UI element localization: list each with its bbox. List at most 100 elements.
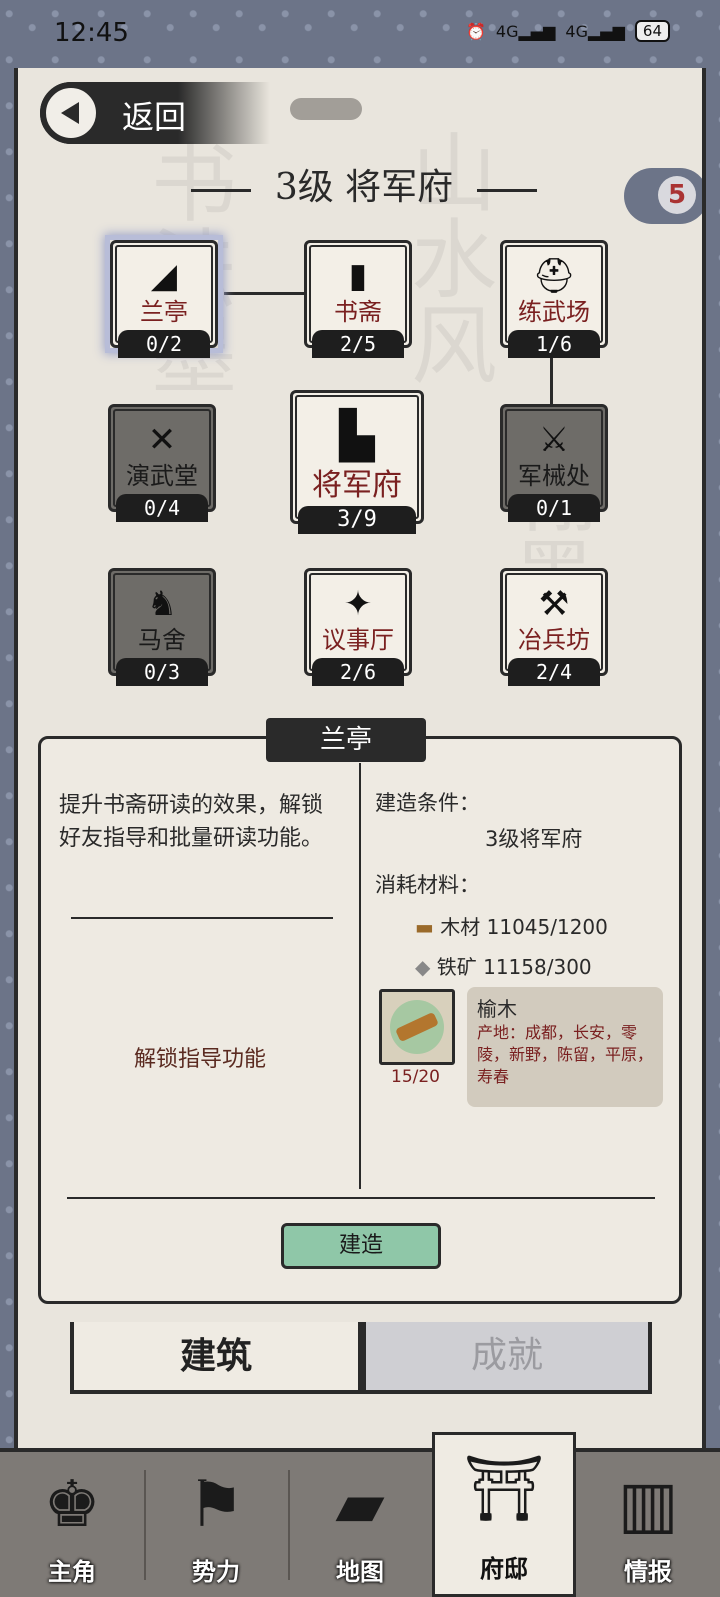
building-level: 0/2: [118, 330, 210, 358]
build-button[interactable]: 建造: [281, 1223, 441, 1269]
building-name: 兰亭: [140, 298, 188, 326]
horse-icon: ♞: [146, 584, 178, 624]
building-shuzhai[interactable]: ▮ 书斋 2/5: [304, 240, 412, 358]
build-condition: 3级将军府: [485, 827, 583, 851]
connector-line: [550, 352, 553, 404]
building-name: 演武堂: [126, 462, 198, 490]
official-icon: ✦: [343, 584, 373, 624]
building-mashe[interactable]: ♞ 马舍 0/3: [108, 568, 216, 686]
building-name: 议事厅: [322, 626, 394, 654]
material-row: ▬ 木材 11045/1200: [415, 911, 608, 940]
material-row: ◆ 铁矿 11158/300: [415, 951, 592, 980]
bottom-navigation: ♚ 主角 ⚑ 势力 ▰ 地图 ⛩ 府邸 ▥ 情报: [0, 1432, 720, 1597]
materials-label: 消耗材料：: [375, 873, 480, 897]
building-level: 0/3: [116, 658, 208, 686]
item-slot[interactable]: [379, 989, 455, 1065]
building-level: 2/4: [508, 658, 600, 686]
signal-icon-2: 4G▂▄▆: [565, 21, 625, 41]
building-level: 2/6: [312, 658, 404, 686]
scroll-icon: ▥: [617, 1468, 679, 1542]
building-level: 0/4: [116, 494, 208, 522]
hero-icon: ♚: [43, 1468, 101, 1542]
category-tabs: 建筑 成就: [38, 1322, 690, 1394]
map-icon: ▰: [335, 1468, 385, 1542]
build-condition-label: 建造条件：: [375, 791, 480, 815]
building-yanwutang[interactable]: ✕ 演武堂 0/4: [108, 404, 216, 522]
alarm-icon: ⏰: [465, 21, 486, 41]
unlock-feature: 解锁指导功能: [133, 1047, 266, 1072]
divider: [359, 763, 361, 1189]
panel-title: 兰亭: [266, 718, 426, 762]
notification-cloud[interactable]: 5: [624, 168, 702, 224]
status-icons: ⏰ 4G▂▄▆ 4G▂▄▆ 64: [466, 20, 670, 42]
material-name: 木材: [440, 915, 481, 939]
nav-map[interactable]: ▰ 地图: [288, 1452, 432, 1597]
crossed-spears-icon: ✕: [147, 420, 177, 460]
material-name: 铁矿: [436, 955, 477, 979]
tab-achievements[interactable]: 成就: [362, 1322, 652, 1394]
building-lanting[interactable]: ◢ 兰亭 0/2: [110, 240, 218, 358]
building-name: 马舍: [138, 626, 186, 654]
building-name: 将军府: [312, 468, 402, 503]
tab-buildings[interactable]: 建筑: [70, 1322, 362, 1394]
back-button[interactable]: 返回: [40, 82, 270, 144]
network-type: 4G: [495, 21, 519, 41]
nav-label: 势力: [192, 1557, 240, 1586]
network-type: 4G: [565, 21, 588, 41]
material-amount: 11045/1200: [486, 915, 608, 939]
origin-label: 产地：: [477, 1023, 526, 1042]
nav-intel[interactable]: ▥ 情报: [576, 1452, 720, 1597]
helmet-icon: ⛑: [532, 256, 576, 296]
item-name: 榆木: [477, 997, 517, 1021]
main-panel: 书法墨 山水风 翰墨 返回 3级 将军府 5 ◢ 兰亭 0/2 ▮ 书斋 2/5…: [14, 68, 706, 1448]
building-level: 1/6: [508, 330, 600, 358]
version-badge: [290, 98, 362, 120]
nav-label: 主角: [48, 1557, 96, 1586]
building-level: 3/9: [298, 506, 416, 534]
back-label: 返回: [122, 98, 187, 136]
building-name: 军械处: [518, 462, 590, 490]
clock: 12:45: [54, 18, 129, 48]
nav-faction[interactable]: ⚑ 势力: [144, 1452, 288, 1597]
nav-mansion[interactable]: ⛩ 府邸: [432, 1432, 576, 1597]
title-text: 3级 将军府: [274, 167, 454, 208]
back-arrow-icon: [40, 82, 102, 144]
building-level: 2/5: [312, 330, 404, 358]
building-jiangjunfu[interactable]: ▙ 将军府 3/9: [290, 390, 424, 534]
battery-icon: 64: [634, 20, 670, 42]
building-name: 冶兵坊: [518, 626, 590, 654]
building-description: 提升书斋研读的效果，解锁好友指导和批量研读功能。: [59, 793, 324, 851]
material-amount: 11158/300: [483, 955, 592, 979]
nav-label: 府邸: [480, 1554, 528, 1583]
book-icon: ▮: [348, 256, 368, 296]
building-name: 书斋: [334, 298, 382, 326]
item-origins: 产地：成都，长安，零陵，新野，陈留，平原，寿春: [477, 1022, 653, 1088]
signal-icon-1: 4G▂▄▆: [495, 21, 556, 41]
fan-icon: ◢: [150, 256, 178, 296]
swords-icon: ⚔: [538, 420, 570, 460]
status-bar: 12:45 ⏰ 4G▂▄▆ 4G▂▄▆ 64: [0, 0, 720, 68]
building-level: 0/1: [508, 494, 600, 522]
log-icon: ▬: [415, 915, 434, 939]
item-info: 榆木 产地：成都，长安，零陵，新野，陈留，平原，寿春: [467, 987, 663, 1107]
ore-icon: ◆: [415, 955, 431, 979]
building-junxiechu[interactable]: ⚔ 军械处 0/1: [500, 404, 608, 522]
connector-line: [224, 292, 308, 295]
notification-count: 5: [658, 176, 696, 214]
mansion-gate-icon: ⛩: [463, 1452, 545, 1526]
building-yebingfang[interactable]: ⚒ 冶兵坊 2/4: [500, 568, 608, 686]
page-title: 3级 将军府: [18, 158, 702, 210]
nav-label: 地图: [336, 1557, 384, 1586]
divider: [67, 1197, 655, 1199]
building-yishiting[interactable]: ✦ 议事厅 2/6: [304, 568, 412, 686]
nav-hero[interactable]: ♚ 主角: [0, 1452, 144, 1597]
mansion-icon: ▙: [339, 408, 375, 462]
building-lianwuchang[interactable]: ⛑ 练武场 1/6: [500, 240, 608, 358]
building-name: 练武场: [518, 298, 590, 326]
nav-label: 情报: [624, 1557, 672, 1586]
item-count: 15/20: [391, 1067, 440, 1087]
glaive-icon: ⚒: [538, 584, 570, 624]
divider: [71, 917, 333, 919]
flag-icon: ⚑: [187, 1468, 245, 1542]
detail-panel: 提升书斋研读的效果，解锁好友指导和批量研读功能。 解锁指导功能 建造条件： 3级…: [38, 736, 682, 1304]
